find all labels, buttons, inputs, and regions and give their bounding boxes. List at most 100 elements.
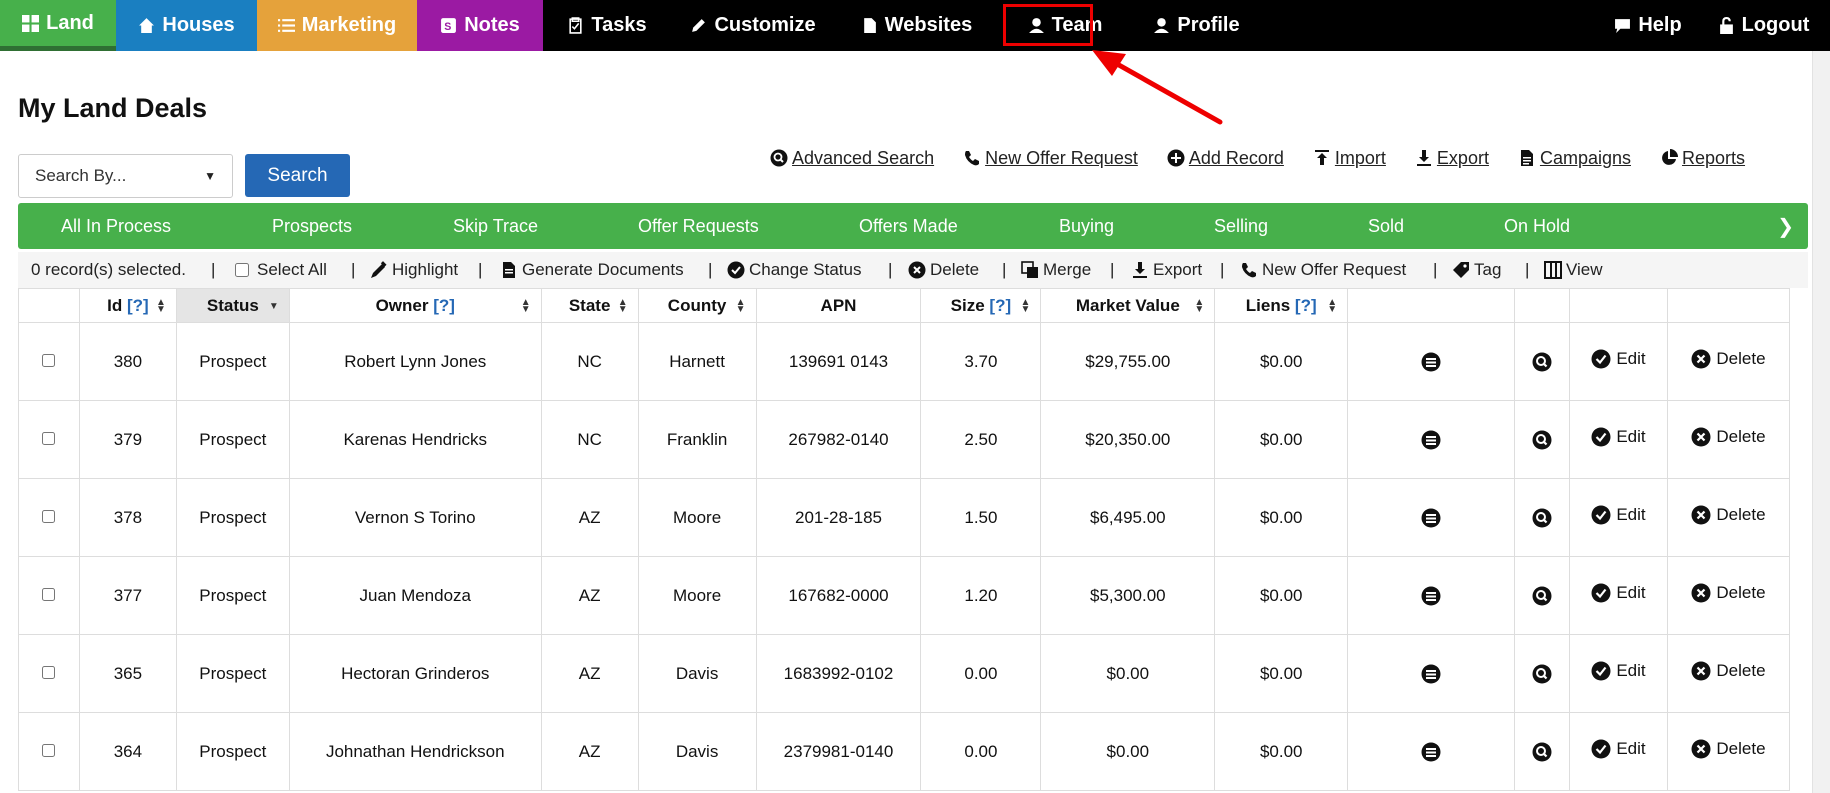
table-row[interactable]: 378 Prospect Vernon S Torino AZ Moore 201-28-… — [18, 478, 1791, 557]
notes-cell[interactable] — [1347, 712, 1516, 791]
delete-button[interactable]: Delete — [1691, 349, 1766, 369]
view-cell[interactable] — [1514, 322, 1570, 401]
table-row[interactable]: 365 Prospect Hectoran Grinderos AZ Davis 1683… — [18, 634, 1791, 713]
edit-cell[interactable]: Edit — [1568, 478, 1668, 557]
import-link[interactable]: Import — [1313, 146, 1386, 170]
delete-cell[interactable]: Delete — [1666, 712, 1791, 791]
row-checkbox[interactable] — [42, 665, 56, 679]
view-cell[interactable] — [1514, 712, 1570, 791]
highlight-action[interactable]: Highlight — [370, 260, 458, 280]
tab-skip-trace[interactable]: Skip Trace — [453, 216, 538, 237]
row-checkbox[interactable] — [42, 509, 56, 523]
table-row[interactable]: 377 Prospect Juan Mendoza AZ Moore 167682-000… — [18, 556, 1791, 635]
nav-notes[interactable]: S Notes — [417, 0, 543, 51]
export-link[interactable]: Export — [1415, 146, 1489, 170]
delete-button[interactable]: Delete — [1691, 583, 1766, 603]
tab-all-in-process[interactable]: All In Process — [61, 216, 171, 237]
header-market-value[interactable]: Market Value ▲ ▼ — [1040, 288, 1216, 323]
delete-button[interactable]: Delete — [1691, 739, 1766, 759]
notes-cell[interactable] — [1347, 634, 1516, 713]
notes-cell[interactable] — [1347, 322, 1516, 401]
edit-button[interactable]: Edit — [1591, 505, 1646, 525]
nav-logout[interactable]: Logout — [1697, 0, 1830, 51]
tab-selling[interactable]: Selling — [1214, 216, 1268, 237]
edit-button[interactable]: Edit — [1591, 583, 1646, 603]
export-action[interactable]: Export — [1131, 260, 1202, 280]
row-checkbox[interactable] — [42, 587, 56, 601]
size-help-hint[interactable]: [?] — [989, 296, 1011, 315]
tab-on-hold[interactable]: On Hold — [1504, 216, 1570, 237]
liens-help-hint[interactable]: [?] — [1295, 296, 1317, 315]
view-cell[interactable] — [1514, 634, 1570, 713]
notes-cell[interactable] — [1347, 556, 1516, 635]
edit-button[interactable]: Edit — [1591, 739, 1646, 759]
header-status[interactable]: Status ▼ — [175, 288, 290, 323]
header-county[interactable]: County ▲ ▼ — [637, 288, 757, 323]
edit-cell[interactable]: Edit — [1568, 322, 1668, 401]
change-status-action[interactable]: Change Status — [727, 260, 861, 280]
tab-buying[interactable]: Buying — [1059, 216, 1114, 237]
delete-cell[interactable]: Delete — [1666, 556, 1791, 635]
nav-websites[interactable]: Websites — [835, 0, 998, 51]
nav-help[interactable]: Help — [1599, 0, 1697, 51]
header-id[interactable]: Id [?] ▲ ▼ — [78, 288, 177, 323]
delete-button[interactable]: Delete — [1691, 661, 1766, 681]
page-scrollbar[interactable] — [1812, 51, 1830, 793]
tab-offer-requests[interactable]: Offer Requests — [638, 216, 759, 237]
view-cell[interactable] — [1514, 556, 1570, 635]
nav-profile[interactable]: Profile — [1132, 0, 1261, 51]
row-checkbox[interactable] — [42, 743, 56, 757]
edit-cell[interactable]: Edit — [1568, 400, 1668, 479]
row-checkbox[interactable] — [42, 431, 56, 445]
delete-button[interactable]: Delete — [1691, 505, 1766, 525]
nav-houses[interactable]: Houses — [116, 0, 257, 51]
search-button[interactable]: Search — [245, 154, 350, 197]
tab-offers-made[interactable]: Offers Made — [859, 216, 958, 237]
header-liens[interactable]: Liens [?] ▲ ▼ — [1214, 288, 1349, 323]
delete-cell[interactable]: Delete — [1666, 400, 1791, 479]
delete-cell[interactable]: Delete — [1666, 478, 1791, 557]
edit-cell[interactable]: Edit — [1568, 634, 1668, 713]
reports-link[interactable]: Reports — [1660, 146, 1745, 170]
id-help-hint[interactable]: [?] — [127, 296, 149, 315]
edit-cell[interactable]: Edit — [1568, 556, 1668, 635]
owner-help-hint[interactable]: [?] — [433, 296, 455, 315]
nav-customize[interactable]: Customize — [671, 0, 835, 51]
table-row[interactable]: 379 Prospect Karenas Hendricks NC Franklin 26… — [18, 400, 1791, 479]
view-action[interactable]: View — [1544, 260, 1603, 280]
tab-prospects[interactable]: Prospects — [272, 216, 352, 237]
notes-cell[interactable] — [1347, 478, 1516, 557]
add-record-link[interactable]: Add Record — [1167, 146, 1284, 170]
tab-sold[interactable]: Sold — [1368, 216, 1404, 237]
header-state[interactable]: State ▲ ▼ — [540, 288, 639, 323]
delete-action[interactable]: Delete — [908, 260, 979, 280]
generate-documents-action[interactable]: Generate Documents — [500, 260, 684, 280]
campaigns-link[interactable]: Campaigns — [1518, 146, 1631, 170]
new-offer-request-action[interactable]: New Offer Request — [1240, 260, 1406, 280]
search-by-select[interactable]: Search By... ▼ — [18, 154, 233, 198]
select-all-checkbox[interactable] — [235, 263, 249, 277]
header-size[interactable]: Size [?] ▲ ▼ — [920, 288, 1042, 323]
edit-button[interactable]: Edit — [1591, 349, 1646, 369]
view-cell[interactable] — [1514, 478, 1570, 557]
delete-button[interactable]: Delete — [1691, 427, 1766, 447]
view-cell[interactable] — [1514, 400, 1570, 479]
delete-cell[interactable]: Delete — [1666, 322, 1791, 401]
delete-cell[interactable]: Delete — [1666, 634, 1791, 713]
merge-action[interactable]: Merge — [1021, 260, 1091, 280]
edit-button[interactable]: Edit — [1591, 427, 1646, 447]
edit-button[interactable]: Edit — [1591, 661, 1646, 681]
chevron-right-icon[interactable]: ❯ — [1777, 214, 1794, 239]
edit-cell[interactable]: Edit — [1568, 712, 1668, 791]
row-checkbox[interactable] — [42, 353, 56, 367]
notes-cell[interactable] — [1347, 400, 1516, 479]
tag-action[interactable]: Tag — [1452, 260, 1501, 280]
nav-tasks[interactable]: Tasks — [543, 0, 671, 51]
nav-land[interactable]: Land — [0, 0, 116, 51]
table-row[interactable]: 364 Prospect Johnathan Hendrickson AZ Davis 2… — [18, 712, 1791, 791]
nav-marketing[interactable]: Marketing — [257, 0, 417, 51]
advanced-search-link[interactable]: Advanced Search — [770, 146, 934, 170]
header-owner[interactable]: Owner [?] ▲ ▼ — [288, 288, 542, 323]
new-offer-request-link[interactable]: New Offer Request — [963, 146, 1138, 170]
table-row[interactable]: 380 Prospect Robert Lynn Jones NC Harnett 139… — [18, 322, 1791, 401]
